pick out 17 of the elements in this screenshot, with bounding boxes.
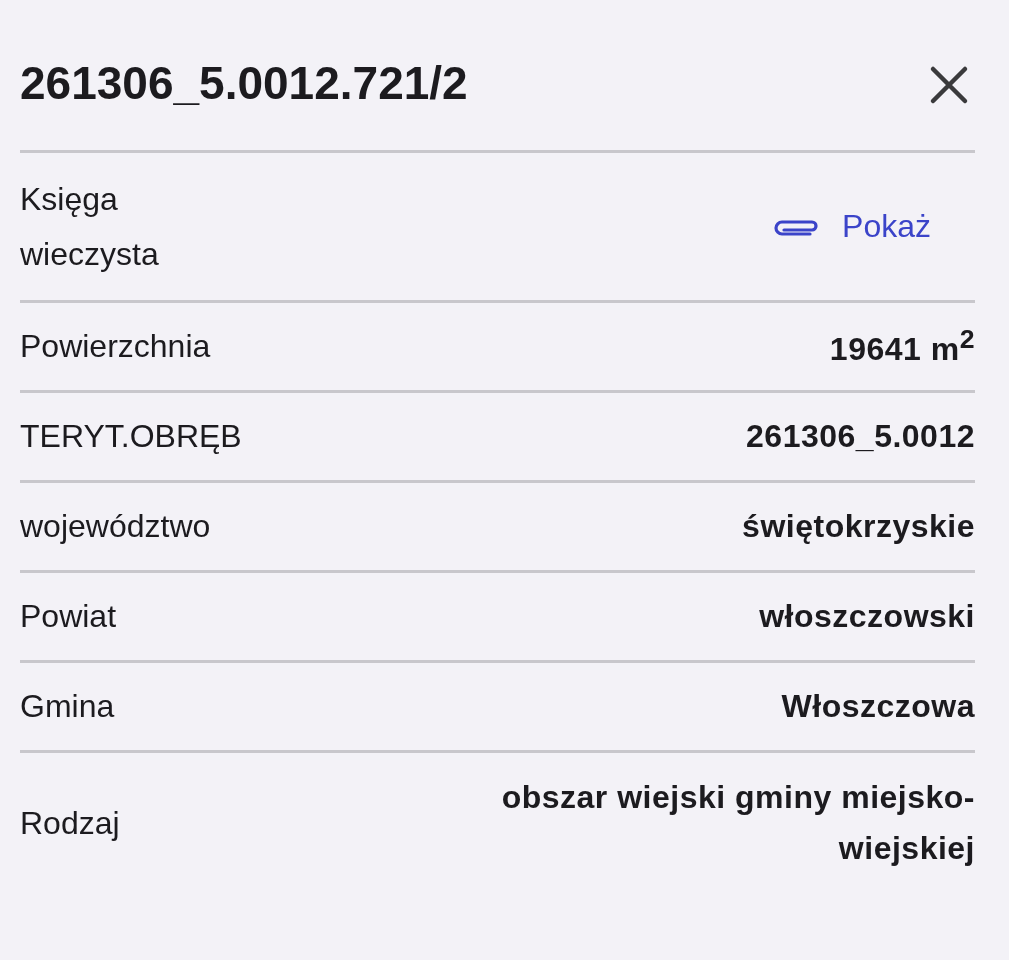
field-label: Powiat [20,597,117,637]
field-label: Powierzchnia [20,327,211,367]
field-value: 19641 m$^{2}$ [829,323,975,369]
parcel-title: 261306_5.0012.721/2 [20,56,468,110]
field-value: 261306_5.0012 [746,416,975,456]
close-button[interactable] [929,65,969,105]
field-value: Włoszczowa [781,686,975,726]
close-icon [929,65,969,105]
field-value: włoszczowski [759,596,975,636]
field-label: Gmina [20,687,115,727]
field-value: świętokrzyskie [742,506,975,546]
show-link[interactable]: Pokaż [770,208,931,245]
field-value: obszar wiejski gminy miejsko-wiejskiej [500,777,975,868]
field-label: Rodzaj [20,803,120,843]
field-label: TERYT.OBRĘB [20,417,242,457]
field-label: województwo [20,507,211,547]
field-label: Księga wieczysta [20,180,160,274]
